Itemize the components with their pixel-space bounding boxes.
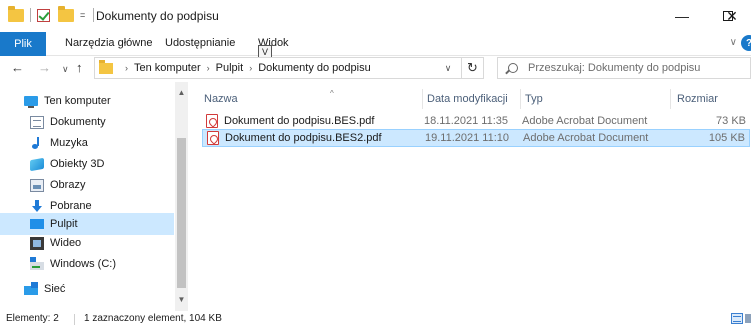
sidebar-item-label: Windows (C:) bbox=[50, 258, 117, 270]
sidebar-item-video[interactable]: Wideo bbox=[0, 232, 174, 254]
file-list: Nazwa ^ Data modyfikacji Typ Rozmiar Dok… bbox=[188, 82, 751, 311]
status-bar: Elementy: 2 1 zaznaczony element, 104 KB bbox=[0, 311, 751, 327]
file-row[interactable]: Dokument do podpisu.BES.pdf 18.11.2021 1… bbox=[202, 112, 750, 130]
search-icon bbox=[508, 63, 518, 73]
selection-info: 1 zaznaczony element, 104 KB bbox=[84, 313, 222, 324]
downloads-icon bbox=[30, 199, 44, 213]
expand-ribbon-icon[interactable]: ∨ bbox=[730, 37, 737, 48]
music-icon bbox=[30, 136, 44, 150]
help-icon[interactable]: ? bbox=[741, 35, 751, 51]
breadcrumb-separator[interactable]: › bbox=[207, 63, 210, 73]
search-input[interactable]: Przeszukaj: Dokumenty do podpisu bbox=[497, 57, 751, 79]
breadcrumb-this-pc[interactable]: Ten komputer bbox=[134, 62, 201, 74]
sidebar-item-label: Sieć bbox=[44, 283, 66, 295]
sidebar-item-label: Obiekty 3D bbox=[50, 158, 105, 170]
address-dropdown-icon[interactable]: ∨ bbox=[437, 61, 459, 75]
file-date: 19.11.2021 11:10 bbox=[425, 132, 510, 144]
network-icon bbox=[24, 282, 38, 295]
scroll-down-icon[interactable]: ▼ bbox=[175, 295, 188, 304]
status-divider bbox=[74, 314, 75, 325]
toolbar-divider bbox=[93, 8, 95, 22]
pdf-file-icon bbox=[206, 114, 218, 128]
computer-icon bbox=[24, 96, 38, 108]
sidebar-item-3d-objects[interactable]: Obiekty 3D bbox=[0, 153, 174, 175]
file-name: Dokument do podpisu.BES2.pdf bbox=[225, 132, 382, 144]
scroll-up-icon[interactable]: ▲ bbox=[175, 88, 188, 97]
up-button[interactable]: ↑ bbox=[76, 60, 83, 75]
pdf-file-icon bbox=[207, 131, 219, 145]
sidebar-item-label: Pulpit bbox=[50, 218, 78, 230]
details-view-icon[interactable] bbox=[731, 313, 743, 324]
3d-objects-icon bbox=[30, 157, 44, 171]
file-date: 18.11.2021 11:35 bbox=[424, 115, 509, 127]
forward-button[interactable]: → bbox=[38, 60, 51, 75]
tab-file[interactable]: Plik bbox=[0, 32, 46, 56]
item-count: Elementy: 2 bbox=[6, 313, 59, 324]
file-name: Dokument do podpisu.BES.pdf bbox=[224, 115, 375, 127]
sidebar-item-label: Obrazy bbox=[50, 179, 86, 191]
documents-icon bbox=[30, 115, 44, 129]
folder-icon bbox=[99, 59, 113, 74]
new-folder-icon[interactable] bbox=[58, 5, 74, 22]
sort-ascending-icon: ^ bbox=[330, 89, 334, 98]
file-size: 105 KB bbox=[708, 132, 745, 144]
minimize-button[interactable]: — bbox=[659, 0, 705, 32]
ribbon-tabs: Plik Narzędzia główne Udostępnianie Wido… bbox=[0, 32, 751, 56]
tab-share[interactable]: Udostępnianie bbox=[165, 37, 235, 49]
sidebar-item-this-pc[interactable]: Ten komputer bbox=[0, 90, 174, 112]
sidebar-item-music[interactable]: Muzyka bbox=[0, 132, 174, 154]
tab-home[interactable]: Narzędzia główne bbox=[65, 37, 152, 49]
file-type: Adobe Acrobat Document bbox=[523, 132, 649, 144]
title-bar: = Dokumenty do podpisu — ✕ bbox=[0, 0, 751, 32]
recent-locations-button[interactable]: ∨ bbox=[62, 64, 69, 75]
large-icons-view-icon[interactable] bbox=[745, 314, 751, 323]
sidebar-item-network[interactable]: Sieć bbox=[0, 278, 174, 300]
file-name-cell: Dokument do podpisu.BES.pdf bbox=[206, 114, 374, 128]
sidebar-item-documents[interactable]: Dokumenty bbox=[0, 111, 174, 133]
file-row-selected[interactable]: Dokument do podpisu.BES2.pdf 19.11.2021 … bbox=[202, 129, 750, 147]
back-button[interactable]: ← bbox=[11, 60, 24, 75]
quick-access-toolbar: = bbox=[8, 5, 96, 22]
column-header-date-modified[interactable]: Data modyfikacji bbox=[422, 89, 520, 109]
column-header-label: Nazwa bbox=[204, 93, 238, 105]
search-placeholder: Przeszukaj: Dokumenty do podpisu bbox=[528, 62, 701, 74]
column-header-name[interactable]: Nazwa ^ bbox=[204, 89, 422, 109]
navigation-pane-scrollbar[interactable]: ▲ ▼ bbox=[175, 82, 188, 311]
file-size: 73 KB bbox=[716, 115, 746, 127]
navigation-bar: ← → ∨ ↑ › Ten komputer › Pulpit › Dokume… bbox=[0, 56, 751, 82]
drive-icon bbox=[30, 257, 44, 270]
file-type: Adobe Acrobat Document bbox=[522, 115, 648, 127]
properties-icon[interactable] bbox=[37, 8, 50, 22]
video-icon bbox=[30, 236, 44, 250]
address-bar[interactable]: › Ten komputer › Pulpit › Dokumenty do p… bbox=[94, 57, 462, 79]
toolbar-divider bbox=[30, 8, 31, 22]
file-name-cell: Dokument do podpisu.BES2.pdf bbox=[207, 131, 382, 145]
close-button[interactable]: ✕ bbox=[709, 0, 751, 32]
column-header-type[interactable]: Typ bbox=[520, 89, 670, 109]
sidebar-item-windows-drive[interactable]: Windows (C:) bbox=[0, 253, 174, 275]
customize-toolbar-dropdown[interactable]: = bbox=[80, 10, 85, 20]
pictures-icon bbox=[30, 178, 44, 192]
breadcrumb-separator[interactable]: › bbox=[125, 63, 128, 73]
sidebar-item-pictures[interactable]: Obrazy bbox=[0, 174, 174, 196]
breadcrumb-current-folder[interactable]: Dokumenty do podpisu bbox=[258, 62, 371, 74]
navigation-pane: Ten komputer Dokumenty Muzyka Obiekty 3D… bbox=[0, 82, 188, 311]
folder-icon bbox=[8, 5, 24, 22]
sidebar-item-label: Pobrane bbox=[50, 200, 92, 212]
desktop-icon bbox=[30, 219, 44, 229]
window-title: Dokumenty do podpisu bbox=[96, 9, 219, 23]
breadcrumb-desktop[interactable]: Pulpit bbox=[216, 62, 244, 74]
breadcrumb-separator[interactable]: › bbox=[249, 63, 252, 73]
refresh-button[interactable]: ↻ bbox=[462, 57, 484, 79]
scrollbar-thumb[interactable] bbox=[177, 138, 186, 288]
sidebar-item-label: Muzyka bbox=[50, 137, 88, 149]
column-header-size[interactable]: Rozmiar bbox=[670, 89, 750, 109]
sidebar-item-label: Wideo bbox=[50, 237, 82, 249]
sidebar-item-label: Dokumenty bbox=[50, 116, 106, 128]
sidebar-item-label: Ten komputer bbox=[44, 95, 111, 107]
